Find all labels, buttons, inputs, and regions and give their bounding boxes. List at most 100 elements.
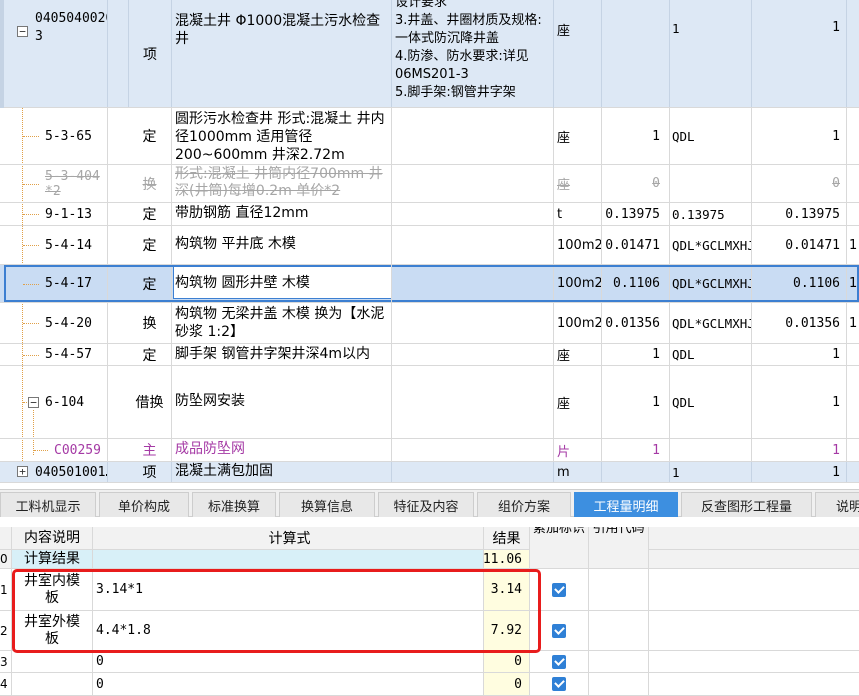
qty-total-cell: 0.01356 <box>752 303 847 343</box>
accumulate-cell <box>530 569 589 610</box>
feature-cell: 设计要求 3.井盖、井圈材质及规格:一体式防沉降井盖 4.防渗、防水要求:详见0… <box>392 0 554 108</box>
name-cell: 混凝土满包加固 <box>172 462 392 482</box>
table-row[interactable]: − 04050400200 3 项 混凝土井 Φ1000混凝土污水检查井 设计要… <box>0 0 859 108</box>
collapse-toggle-icon[interactable]: − <box>28 397 39 408</box>
qty-cell: 1 <box>602 344 670 365</box>
qty-cell <box>602 0 670 107</box>
qty-expr-cell <box>670 165 752 202</box>
result-cell: 0 <box>484 673 530 695</box>
extra-cell <box>847 108 859 164</box>
qty-total-cell: 0.13975 <box>752 203 847 225</box>
qty-expr-cell <box>670 439 752 461</box>
qty-total-cell: 0 <box>752 165 847 202</box>
tab-standard-conversion[interactable]: 标准换算 <box>192 492 276 517</box>
qty-expr-cell: QDL <box>670 366 752 438</box>
item-code: 040501001… <box>35 464 108 480</box>
reference-code-cell[interactable] <box>589 569 649 610</box>
type-cell: 换 <box>128 303 172 343</box>
column-header-accumulate[interactable]: 累加标识 <box>530 527 589 550</box>
table-row[interactable]: − 6-104 借换 防坠网安装 座 1 QDL 1 <box>0 366 859 439</box>
feature-line: 5.脚手架:钢管井字架 <box>395 85 516 100</box>
table-row[interactable]: 3 0 0 <box>0 651 859 673</box>
table-row[interactable]: 5-4-57 定 脚手架 钢管井字架井深4m以内 座 1 QDL 1 <box>0 344 859 366</box>
tab-features-content[interactable]: 特征及内容 <box>378 492 474 517</box>
tab-unit-price-composition[interactable]: 单价构成 <box>99 492 189 517</box>
feature-cell <box>392 203 554 225</box>
formula-cell[interactable]: 0 <box>93 651 484 672</box>
item-code: 5-3-404 *2 <box>45 168 100 199</box>
expand-toggle-icon[interactable]: + <box>17 466 28 477</box>
accumulate-checkbox[interactable] <box>552 677 566 691</box>
code-cell: 5-4-20 <box>0 303 108 343</box>
item-code: 04050400200 <box>35 11 107 26</box>
description-cell[interactable]: 井室外模板 <box>12 611 93 650</box>
qty-expr-cell: QDL <box>670 344 752 365</box>
table-row[interactable]: 2 井室外模板 4.4*1.8 7.92 <box>0 611 859 651</box>
column-header-result[interactable]: 结果 <box>484 527 530 549</box>
code-cell: 5-3-404 *2 <box>0 165 108 202</box>
extra-cell: 1 <box>849 315 858 331</box>
table-row[interactable]: 4 0 0 <box>0 673 859 696</box>
formula-cell[interactable]: 0 <box>93 673 484 695</box>
reference-code-cell[interactable] <box>589 651 649 672</box>
reference-code-cell[interactable] <box>589 611 649 650</box>
name-cell[interactable]: 构筑物 圆形井壁 木模 <box>172 265 392 302</box>
unit-cell: 100m2 <box>554 265 602 302</box>
table-row[interactable]: 5-4-20 换 构筑物 无梁井盖 木模 换为【水泥砂浆 1:2】 100m2 … <box>0 303 859 344</box>
table-row[interactable]: 5-4-14 定 构筑物 平井底 木模 100m2 0.01471 QDL*GC… <box>0 226 859 265</box>
accumulate-checkbox[interactable] <box>552 654 566 669</box>
column-header-reference-code[interactable]: 引用代码 <box>589 527 649 550</box>
quantity-detail-grid: 内容说明 计算式 结果 累加标识 引用代码 0 计算结果 11.06 1 井室内… <box>0 527 859 696</box>
name-cell: 圆形污水检查井 形式:混凝土 井内径1000mm 适用管径200~600mm 井… <box>172 108 392 164</box>
table-row[interactable]: 0 计算结果 11.06 <box>0 550 859 569</box>
feature-cell <box>392 226 554 264</box>
table-row[interactable]: + 040501001… 项 混凝土满包加固 m 1 1 <box>0 462 859 483</box>
item-code: 6-104 <box>45 394 85 410</box>
accumulate-checkbox[interactable] <box>552 582 566 597</box>
reference-code-cell[interactable] <box>589 673 649 695</box>
qty-total-cell: 1 <box>752 439 847 461</box>
qty-total-cell: 1 <box>752 366 847 438</box>
row-index: 0 <box>0 550 12 568</box>
tab-notes[interactable]: 说明 <box>815 492 859 517</box>
qty-total-cell: 1 <box>752 462 847 482</box>
feature-cell <box>392 165 554 202</box>
qty-cell <box>602 462 670 482</box>
table-row[interactable]: 9-1-13 定 带肋钢筋 直径12mm t 0.13975 0.13975 0… <box>0 203 859 226</box>
item-code: C00259 <box>54 442 101 458</box>
tab-reverse-lookup-graphic-quantity[interactable]: 反查图形工程量 <box>681 492 812 517</box>
description-cell[interactable] <box>12 673 93 695</box>
feature-cell <box>392 366 554 438</box>
table-row[interactable]: 1 井室内模板 3.14*1 3.14 <box>0 569 859 611</box>
formula-cell[interactable]: 4.4*1.8 <box>93 611 484 650</box>
type-cell: 定 <box>128 344 172 365</box>
code-cell: − 04050400200 3 <box>0 0 108 107</box>
feature-cell <box>392 265 554 302</box>
tree-branch <box>23 284 39 285</box>
table-row[interactable]: C00259 主 成品防坠网 片 1 1 <box>0 439 859 462</box>
item-code-cont: 3 <box>35 29 43 44</box>
table-row-selected[interactable]: 5-4-17 定 构筑物 圆形井壁 木模 100m2 0.1106 QDL*GC… <box>0 265 859 303</box>
collapse-toggle-icon[interactable]: − <box>17 26 28 37</box>
tab-quantity-detail[interactable]: 工程量明细 <box>574 492 678 517</box>
name-cell: 混凝土井 Φ1000混凝土污水检查井 <box>172 0 392 107</box>
table-row[interactable]: 5-3-404 *2 换 形式:混凝土 井筒内径700mm 井深(井筒)每增0.… <box>0 165 859 203</box>
qty-cell: 1 <box>602 366 670 438</box>
description-cell[interactable]: 计算结果 <box>12 550 93 568</box>
description-cell[interactable]: 井室内模板 <box>12 569 93 610</box>
row-index: 1 <box>0 569 12 610</box>
item-code: 5-4-57 <box>45 347 92 362</box>
column-header-description[interactable]: 内容说明 <box>12 527 93 549</box>
column-header-formula[interactable]: 计算式 <box>93 527 484 549</box>
tab-conversion-info[interactable]: 换算信息 <box>279 492 375 517</box>
accumulate-checkbox[interactable] <box>552 623 566 638</box>
qty-expr-cell: 1 <box>670 462 752 482</box>
name-cell: 防坠网安装 <box>172 366 392 438</box>
tab-pricing-scheme[interactable]: 组价方案 <box>477 492 571 517</box>
formula-cell[interactable] <box>93 550 484 568</box>
tab-labor-material-display[interactable]: 工料机显示 <box>0 492 96 517</box>
table-row[interactable]: 5-3-65 定 圆形污水检查井 形式:混凝土 井内径1000mm 适用管径20… <box>0 108 859 165</box>
formula-cell[interactable]: 3.14*1 <box>93 569 484 610</box>
description-cell[interactable] <box>12 651 93 672</box>
reference-code-cell[interactable] <box>589 550 649 568</box>
